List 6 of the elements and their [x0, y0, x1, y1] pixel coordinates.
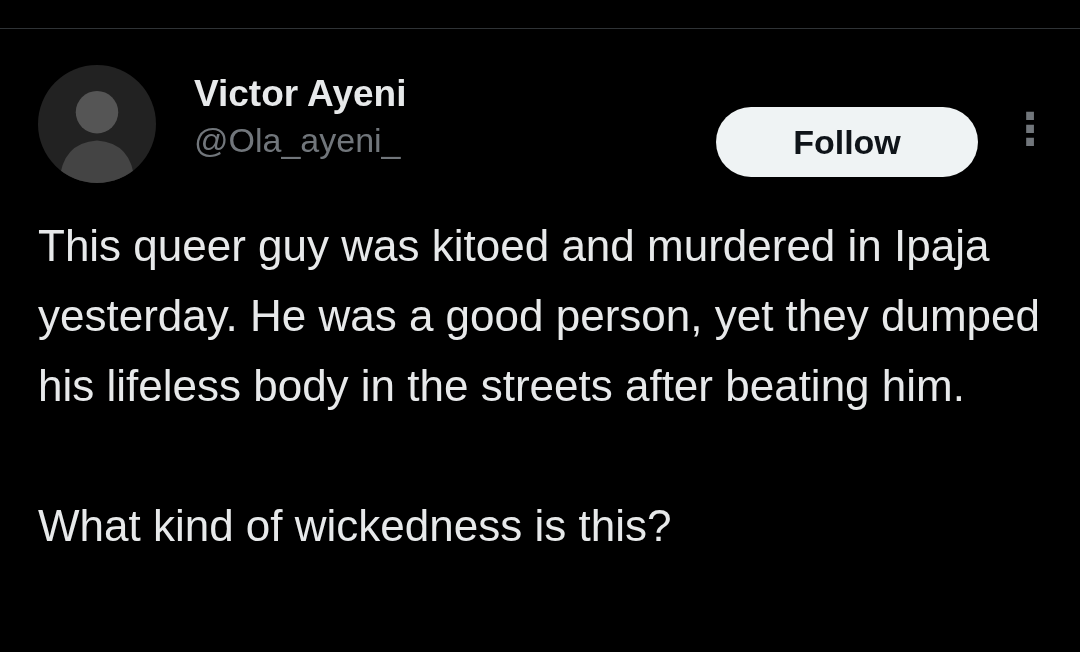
tweet-text: What kind of wickedness is this?: [38, 500, 673, 552]
follow-button[interactable]: Follow: [716, 107, 978, 177]
more-button[interactable]: ⋮: [1008, 103, 1052, 154]
author-name[interactable]: Victor Ayeni: [194, 73, 407, 115]
tweet-text: This queer guy was kitoed and murdered in Ipaja yesterday. He was a good person, yet they dumped his lifeless body in the streets after beating him.: [38, 220, 1041, 412]
author-handle[interactable]: @Ola_ayeni_: [194, 121, 407, 160]
